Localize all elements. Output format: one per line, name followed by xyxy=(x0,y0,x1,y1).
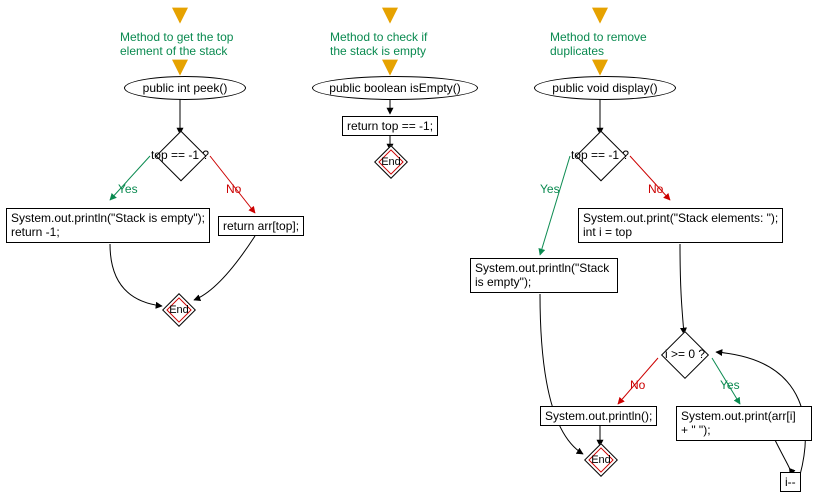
chart1-start: public int peek() xyxy=(124,76,246,100)
chart1-end: End xyxy=(160,298,198,322)
chart2-start: public boolean isEmpty() xyxy=(312,76,478,100)
chart2-return-box: return top == -1; xyxy=(342,116,438,136)
chart3-decision1 xyxy=(576,131,627,182)
chart2-end-text: End xyxy=(381,156,401,168)
chart3-d1-yes: Yes xyxy=(540,182,560,196)
chart1-no-label: No xyxy=(226,182,241,196)
chart1-title: Method to get the top element of the sta… xyxy=(120,30,233,59)
chart3-title: Method to remove duplicates xyxy=(550,30,647,59)
chart3-no1-box: System.out.print("Stack elements: "); in… xyxy=(578,208,783,243)
chart3-no2-box: System.out.println(); xyxy=(540,406,657,426)
chart1-end-text: End xyxy=(169,304,189,316)
chart3-d2-yes: Yes xyxy=(720,378,740,392)
chart3-d1-no: No xyxy=(648,182,663,196)
chart2-start-text: public boolean isEmpty() xyxy=(329,81,460,95)
chart1-yes-box: System.out.println("Stack is empty"); re… xyxy=(6,208,210,243)
chart3-d2-no: No xyxy=(630,378,645,392)
chart3-dec-box: i-- xyxy=(780,472,801,492)
chart1-decision xyxy=(156,131,207,182)
chart3-start: public void display() xyxy=(534,76,676,100)
chart3-start-text: public void display() xyxy=(552,81,657,95)
chart3-decision2 xyxy=(661,331,709,379)
chart2-title: Method to check if the stack is empty xyxy=(330,30,427,59)
chart3-yes2-box: System.out.print(arr[i] + " "); xyxy=(676,406,812,441)
chart2-end: End xyxy=(372,150,410,174)
chart3-end: End xyxy=(582,448,620,472)
chart1-start-text: public int peek() xyxy=(143,81,228,95)
flowchart-canvas: Method to get the top element of the sta… xyxy=(0,0,816,502)
chart1-no-box: return arr[top]; xyxy=(218,216,304,236)
chart1-yes-label: Yes xyxy=(118,182,138,196)
chart3-yes1-box: System.out.println("Stack is empty"); xyxy=(470,258,618,293)
chart3-end-text: End xyxy=(591,454,611,466)
